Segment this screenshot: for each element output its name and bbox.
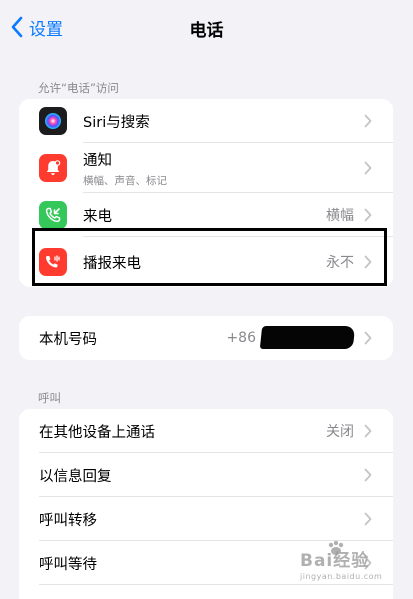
settings-row-incoming-calls[interactable]: 来电 横幅 bbox=[19, 193, 393, 237]
page-title: 电话 bbox=[189, 21, 224, 41]
chevron-right-icon bbox=[364, 208, 372, 222]
settings-row-label: 以信息回复 bbox=[39, 468, 112, 485]
access-settings-group: Siri与搜索 通知 横幅、声音、标记 来电 横幅 播报来电 永不 bbox=[19, 99, 393, 287]
settings-row-value: 横幅 bbox=[326, 208, 354, 224]
section-header-access: 允许“电话”访问 bbox=[38, 81, 119, 95]
siri-icon bbox=[39, 107, 67, 135]
chevron-right-icon bbox=[364, 512, 372, 526]
settings-row-label: 呼叫转移 bbox=[39, 512, 97, 529]
settings-row-label: 来电 bbox=[83, 208, 112, 225]
settings-row-call-forwarding[interactable]: 呼叫转移 bbox=[19, 497, 393, 541]
bell-icon bbox=[39, 154, 67, 182]
chevron-right-icon bbox=[364, 468, 372, 482]
settings-row-label: 通知 bbox=[83, 152, 112, 169]
phone-incoming-icon bbox=[39, 201, 67, 229]
settings-row-notifications[interactable]: 通知 横幅、声音、标记 bbox=[19, 143, 393, 193]
settings-row-announce-calls[interactable]: 播报来电 永不 bbox=[19, 237, 393, 287]
chevron-right-icon bbox=[364, 255, 372, 269]
watermark: Bai经验 jingyan.baidu.com bbox=[298, 540, 410, 590]
navigation-bar: 设置 电话 bbox=[0, 0, 413, 54]
redaction-mark bbox=[259, 326, 356, 349]
settings-row-value: 关闭 bbox=[326, 424, 354, 440]
watermark-url: jingyan.baidu.com bbox=[300, 572, 383, 581]
settings-row-calls-on-other-devices[interactable]: 在其他设备上通话 关闭 bbox=[19, 409, 393, 453]
watermark-text: Bai经验 bbox=[300, 551, 370, 571]
phone-speaker-icon bbox=[39, 248, 67, 276]
settings-row-label: 在其他设备上通话 bbox=[39, 424, 155, 441]
section-header-calls: 呼叫 bbox=[38, 391, 61, 405]
settings-row-siri[interactable]: Siri与搜索 bbox=[19, 99, 393, 143]
settings-row-label: 播报来电 bbox=[83, 255, 141, 272]
settings-row-respond-with-text[interactable]: 以信息回复 bbox=[19, 453, 393, 497]
settings-row-value: 永不 bbox=[326, 255, 354, 271]
settings-row-label: 本机号码 bbox=[39, 331, 97, 348]
chevron-right-icon bbox=[364, 161, 372, 175]
chevron-right-icon bbox=[364, 424, 372, 438]
chevron-right-icon bbox=[364, 331, 372, 345]
phone-number-value: +86 bbox=[226, 330, 256, 346]
settings-row-label: Siri与搜索 bbox=[83, 114, 150, 131]
chevron-right-icon bbox=[364, 114, 372, 128]
settings-row-sublabel: 横幅、声音、标记 bbox=[83, 174, 167, 187]
